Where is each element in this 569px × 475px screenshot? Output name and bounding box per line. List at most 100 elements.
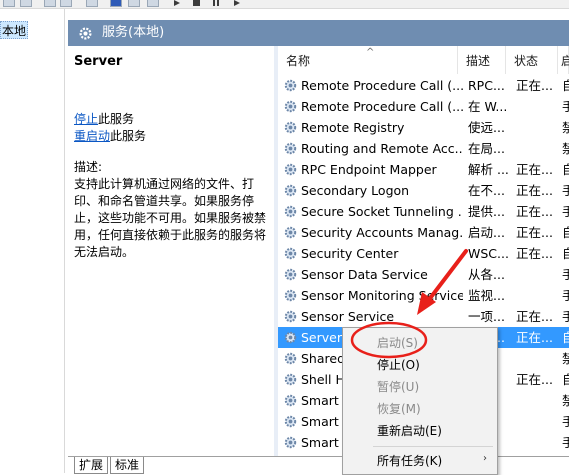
service-startup-cell: 自 (562, 162, 569, 177)
restart-action-row: 重启动此服务 (74, 127, 146, 144)
column-header-status[interactable]: 状态 (506, 46, 558, 74)
up-icon[interactable] (44, 0, 56, 7)
tree-item-services-local[interactable]: 本地) (0, 21, 28, 39)
service-status-cell: 正在... (516, 225, 553, 240)
forward-icon[interactable] (20, 0, 32, 7)
service-name-cell: Remote Registry (301, 120, 405, 135)
restart-service-link[interactable]: 重启动 (74, 129, 110, 143)
service-desc-cell: 在不... (468, 183, 505, 198)
table-row[interactable]: Sensor Service 一项... 正在... 手 (278, 306, 569, 327)
pause-service-icon[interactable] (213, 0, 215, 6)
service-startup-cell: 手 (562, 267, 569, 282)
submenu-arrow-icon: › (483, 453, 487, 464)
service-name-cell: Sensor Data Service (301, 267, 428, 282)
menu-item-start[interactable]: 启动(S) (377, 332, 418, 354)
properties-icon[interactable] (110, 0, 122, 7)
description-label: 描述: (74, 160, 103, 174)
menu-item-restart[interactable]: 重新启动(E) (377, 420, 442, 442)
service-name-cell: Remote Procedure Call (... (301, 99, 463, 114)
table-row[interactable]: Routing and Remote Acc... 在局... 禁 (278, 138, 569, 159)
service-status-cell: 正在... (516, 330, 553, 345)
table-row[interactable]: Sensor Monitoring Service 监视... 手 (278, 285, 569, 306)
service-status-cell: 正在... (516, 162, 553, 177)
help-icon[interactable] (128, 0, 140, 7)
service-gear-icon (284, 436, 297, 449)
service-status-cell: 正在... (516, 204, 553, 219)
table-row[interactable]: Security Accounts Manag... 启动... 正在... 自 (278, 222, 569, 243)
service-desc-cell: 启动... (468, 225, 505, 240)
service-startup-cell: 手 (562, 414, 569, 429)
service-startup-cell: 自 (562, 330, 569, 345)
service-desc-cell: 在 W... (468, 99, 508, 114)
restart-service-icon[interactable] (234, 0, 240, 6)
services-gear-icon (79, 27, 92, 40)
console-tree: 本地) (0, 9, 65, 473)
service-gear-icon (284, 373, 297, 386)
service-gear-icon (284, 79, 297, 92)
table-row[interactable]: Secure Socket Tunneling ... 提供... 正在... 手 (278, 201, 569, 222)
service-name-cell: Secondary Logon (301, 183, 410, 198)
service-name-cell: Remote Procedure Call (... (301, 78, 463, 93)
column-header-name[interactable]: 名称 ^ (278, 46, 458, 74)
service-name-cell: Security Center (301, 246, 399, 261)
view-icon[interactable] (147, 0, 159, 7)
table-row[interactable]: Secondary Logon 在不... 正在... 手 (278, 180, 569, 201)
menu-item-stop[interactable]: 停止(O) (377, 354, 420, 376)
service-gear-icon (284, 184, 297, 197)
service-gear-icon (284, 310, 297, 323)
service-gear-icon (284, 247, 297, 260)
service-gear-icon (284, 142, 297, 155)
menu-item-pause[interactable]: 暂停(U) (377, 376, 419, 398)
service-name-cell: Sensor Service (301, 309, 395, 324)
service-desc-cell: 在局... (468, 141, 505, 156)
service-desc-cell: 提供... (468, 204, 505, 219)
service-details: Server 停止此服务 重启动此服务 描述: 支持此计算机通过网络的文件、打印… (68, 46, 274, 456)
stop-service-icon[interactable] (193, 0, 200, 6)
column-header-description[interactable]: 描述 (458, 46, 506, 74)
service-startup-cell: 禁 (562, 393, 569, 408)
service-gear-icon (284, 226, 297, 239)
service-desc-cell: 监视... (468, 288, 505, 303)
context-menu: 启动(S) 停止(O) 暂停(U) 恢复(M) 重新启动(E) 所有任务(K) … (342, 327, 498, 475)
menu-item-resume[interactable]: 恢复(M) (377, 398, 421, 420)
selected-service-name: Server (74, 54, 123, 69)
pane-title: 服务(本地) (102, 25, 165, 40)
table-row[interactable]: Sensor Data Service 从各... 手 (278, 264, 569, 285)
service-gear-icon (284, 100, 297, 113)
service-name-cell: Secure Socket Tunneling ... (301, 204, 463, 219)
tab-extended[interactable]: 扩展 (74, 457, 109, 474)
service-gear-icon (284, 415, 297, 428)
back-icon[interactable] (3, 0, 15, 7)
table-row[interactable]: Security Center WSC... 正在... 自 (278, 243, 569, 264)
stop-service-link[interactable]: 停止 (74, 112, 98, 126)
service-startup-cell: 自 (562, 372, 569, 387)
service-gear-icon (284, 289, 297, 302)
service-gear-icon (284, 163, 297, 176)
service-gear-icon (284, 268, 297, 281)
refresh-icon[interactable] (86, 0, 98, 7)
table-row[interactable]: RPC Endpoint Mapper 解析 ... 正在... 自 (278, 159, 569, 180)
stop-suffix: 此服务 (98, 112, 135, 126)
show-tree-icon[interactable] (60, 0, 72, 7)
service-desc-cell: 一项... (468, 309, 505, 324)
table-row[interactable]: Remote Registry 使远... 禁 (278, 117, 569, 138)
service-startup-cell: 手 (562, 99, 569, 114)
description-text: 支持此计算机通过网络的文件、打印、和命名管道共享。如果服务停止，这些功能不可用。… (74, 177, 267, 259)
service-desc-cell: 从各... (468, 267, 505, 282)
pane-header: 服务(本地) (68, 20, 569, 46)
start-service-icon[interactable] (174, 0, 180, 6)
table-row[interactable]: Remote Procedure Call (... RPC... 正在... 自 (278, 75, 569, 96)
tab-standard[interactable]: 标准 (110, 457, 145, 474)
service-desc-cell: WSC... (468, 246, 509, 261)
service-gear-icon (284, 394, 297, 407)
service-desc-cell: 解析 ... (468, 162, 509, 177)
service-startup-cell: 禁 (562, 141, 569, 156)
sort-ascending-icon: ^ (366, 47, 375, 58)
column-header-startup-type[interactable]: 启 (558, 46, 569, 74)
service-startup-cell: 手 (562, 309, 569, 324)
service-name-cell: Sensor Monitoring Service (301, 288, 463, 303)
service-startup-cell: 禁 (562, 351, 569, 366)
table-row[interactable]: Remote Procedure Call (... 在 W... 手 (278, 96, 569, 117)
menu-item-all-tasks[interactable]: 所有任务(K) (377, 450, 442, 472)
menu-separator (373, 446, 493, 447)
